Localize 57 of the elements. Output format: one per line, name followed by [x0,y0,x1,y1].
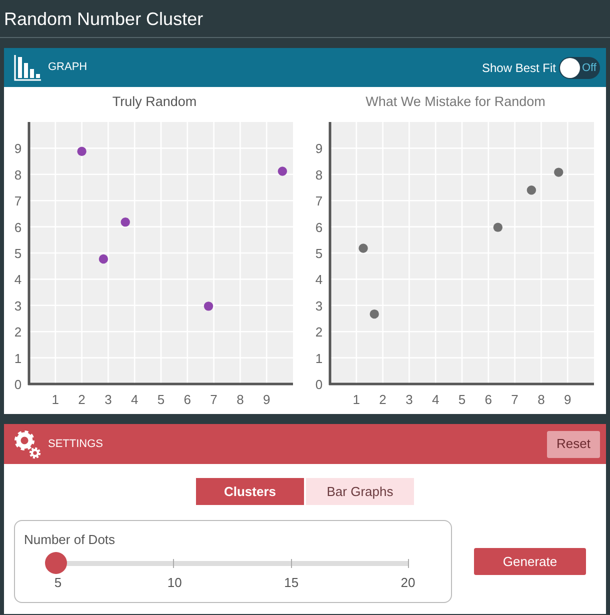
axis-tick-label: 4 [432,392,440,407]
reset-button[interactable]: Reset [547,430,600,458]
axis-tick-label: 8 [14,167,22,182]
slider-thumb[interactable] [45,552,67,574]
gears-icon [14,430,41,458]
axis-tick-label: 4 [315,272,323,288]
panel-title: SETTINGS [48,436,104,452]
axis-tick-label: 2 [379,392,386,407]
tab[interactable]: Bar Graphs [306,478,414,505]
axis-tick-label: 3 [315,298,323,314]
slider-tick-label: 5 [54,575,62,591]
axis-tick-label: 7 [315,194,323,209]
axis-tick-label: 4 [14,272,22,288]
chart-title: Truly Random [112,93,197,111]
axis-tick-label: 6 [184,392,192,407]
axis-tick-label: 8 [236,392,244,407]
axis-tick-label: 8 [538,392,545,407]
axis-tick-label: 6 [484,392,492,407]
tab[interactable]: Clusters [196,478,304,505]
best-fit-label: Show Best Fit [482,60,556,76]
slider-tick-label: 15 [284,575,299,591]
best-fit-toggle[interactable]: Off [559,56,600,78]
axis-tick-label: 9 [262,392,270,407]
chart-title: What We Mistake for Random [366,93,546,111]
axis-tick-label: 9 [14,141,22,156]
panel-title: GRAPH [48,60,88,76]
axis-tick-label: 9 [315,141,323,156]
axis-tick-label: 3 [14,298,22,314]
generate-button[interactable]: Generate [474,548,586,575]
axis-tick-label: 5 [157,392,165,407]
slider-tick-label: 20 [400,575,416,591]
axis-tick-label: 1 [352,392,360,407]
axis-tick-label: 5 [14,246,22,261]
axis-tick-label: 7 [210,392,218,407]
axis-tick-label: 6 [315,220,323,235]
axis-tick-label: 3 [104,392,112,407]
axis-tick-label: 2 [315,324,323,340]
axis-tick-label: 1 [52,392,60,407]
axis-tick-label: 7 [511,392,518,407]
axis-tick-label: 3 [406,392,413,407]
slider-label: Number of Dots [24,532,116,548]
axis-tick-label: 0 [315,377,323,392]
app-title: Random Number Cluster [4,10,204,28]
axis-tick-label: 2 [14,324,22,340]
axis-tick-label: 5 [315,246,323,261]
axis-tick-label: 4 [130,392,138,407]
axis-tick-label: 6 [14,220,22,235]
axis-tick-label: 2 [78,392,86,407]
axis-tick-label: 1 [14,350,22,366]
axis-tick-label: 9 [564,392,572,407]
axis-tick-label: 8 [315,167,323,182]
axis-tick-label: 0 [14,377,22,392]
bar-chart-icon [14,54,41,80]
axis-tick-label: 5 [458,392,466,407]
axis-tick-label: 7 [14,194,22,209]
slider-tick-label: 10 [167,575,182,591]
axis-tick-label: 1 [315,350,323,366]
